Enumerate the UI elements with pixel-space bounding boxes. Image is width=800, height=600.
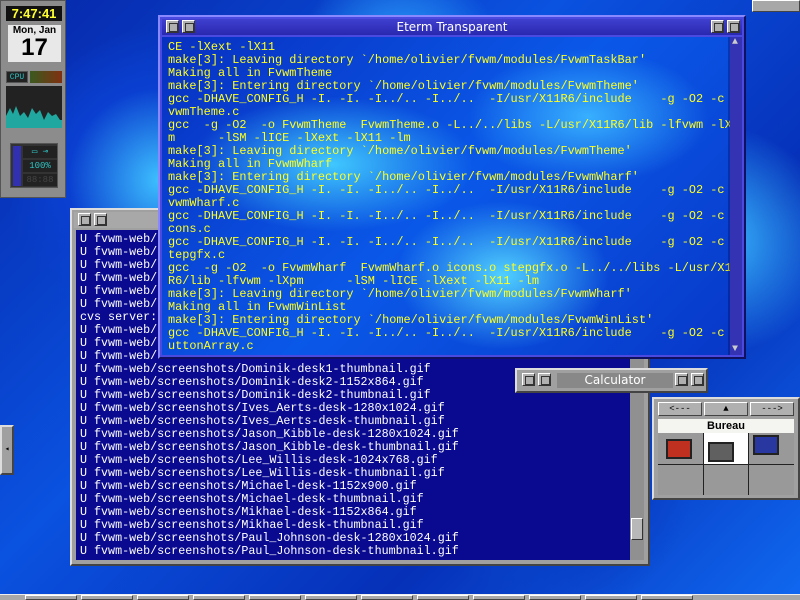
prev-desk-button[interactable]: <--- [658,402,702,416]
terminal-line: gcc -DHAVE_CONFIG_H -I. -I. -I../.. -I..… [168,183,730,197]
calculator-title[interactable]: Calculator [557,373,673,388]
cpu-graph [6,86,62,128]
scrollbar-thumb[interactable] [631,518,643,540]
window-menu-button[interactable] [166,20,179,33]
next-desk-button[interactable]: ---> [750,402,794,416]
pager-page[interactable] [703,464,749,495]
taskbar-button[interactable] [137,595,189,600]
pager-page[interactable] [658,433,703,464]
battery-percent: 100% [23,160,57,172]
iconify-button[interactable] [94,213,107,226]
pager-page[interactable] [749,464,794,495]
terminal-line: gcc -DHAVE_CONFIG_H -I. -I. -I../.. -I..… [168,209,730,223]
pager-grid[interactable] [658,433,794,495]
window-menu-button[interactable] [78,213,91,226]
window-thumbnail[interactable] [666,439,692,459]
taskbar-button[interactable] [249,595,301,600]
cpu-label: CPU [6,71,28,83]
taskbar-button[interactable] [585,595,637,600]
dock-panel: 7:47:41 Mon, Jan 17 CPU ▭ ⊸ 100% 88:88 [0,0,66,198]
maximize-button[interactable] [675,373,688,386]
eterm-window[interactable]: Eterm Transparent CE -lXext -lX11 make[3]… [158,15,746,359]
calculator-window[interactable]: Calculator [515,368,708,393]
battery-icon [13,146,21,186]
battery-time: 88:88 [23,174,57,186]
taskbar-button[interactable] [529,595,581,600]
taskbar-button[interactable] [81,595,133,600]
date-day: 17 [21,34,48,61]
pager-page[interactable] [658,464,703,495]
scroll-up-icon[interactable]: ▲ [728,37,742,48]
terminal-line: uttonArray.c [168,339,254,353]
corner-button[interactable] [752,0,800,12]
scroll-down-icon[interactable]: ▼ [728,344,742,355]
calendar: Mon, Jan 17 [8,25,61,62]
up-desk-button[interactable]: ▲ [704,402,748,416]
taskbar-button[interactable] [417,595,469,600]
close-button[interactable] [691,373,704,386]
eterm-title: Eterm Transparent [396,20,508,34]
clock: 7:47:41 [6,6,62,21]
taskbar-button[interactable] [305,595,357,600]
battery-monitor: ▭ ⊸ 100% 88:88 [10,143,58,188]
cpu-load-bar [30,71,62,83]
window-menu-button[interactable] [522,373,535,386]
taskbar-button[interactable] [25,595,77,600]
iconify-button[interactable] [538,373,551,386]
terminal-line: gcc -DHAVE_CONFIG_H -I. -I. -I../.. -I..… [168,235,730,249]
terminal-line: U fvwm-web/screenshots/Paul_Johnson-desk… [80,544,459,558]
taskbar[interactable] [0,594,800,600]
pager-page[interactable] [749,433,794,464]
pager[interactable]: <--- ▲ ---> Bureau [652,397,800,500]
taskbar-button[interactable] [361,595,413,600]
eterm-scrollbar[interactable]: ▲ ▼ [728,37,742,355]
taskbar-button[interactable] [641,595,693,600]
desk-name: Bureau [658,419,794,433]
taskbar-button[interactable] [473,595,525,600]
maximize-button[interactable] [711,20,724,33]
terminal-line: gcc -DHAVE_CONFIG_H -I. -I. -I../.. -I..… [168,92,730,106]
iconify-button[interactable] [182,20,195,33]
window-thumbnail[interactable] [753,435,780,455]
eterm-titlebar[interactable]: Eterm Transparent [162,19,742,35]
close-button[interactable] [727,20,740,33]
pager-page-current[interactable] [703,433,749,464]
window-thumbnail[interactable] [707,442,734,462]
side-handle[interactable]: ◂ [0,425,14,475]
taskbar-button[interactable] [193,595,245,600]
eterm-output[interactable]: CE -lXext -lX11 make[3]: Leaving director… [162,37,730,355]
power-plug-icon: ▭ ⊸ [23,146,57,158]
